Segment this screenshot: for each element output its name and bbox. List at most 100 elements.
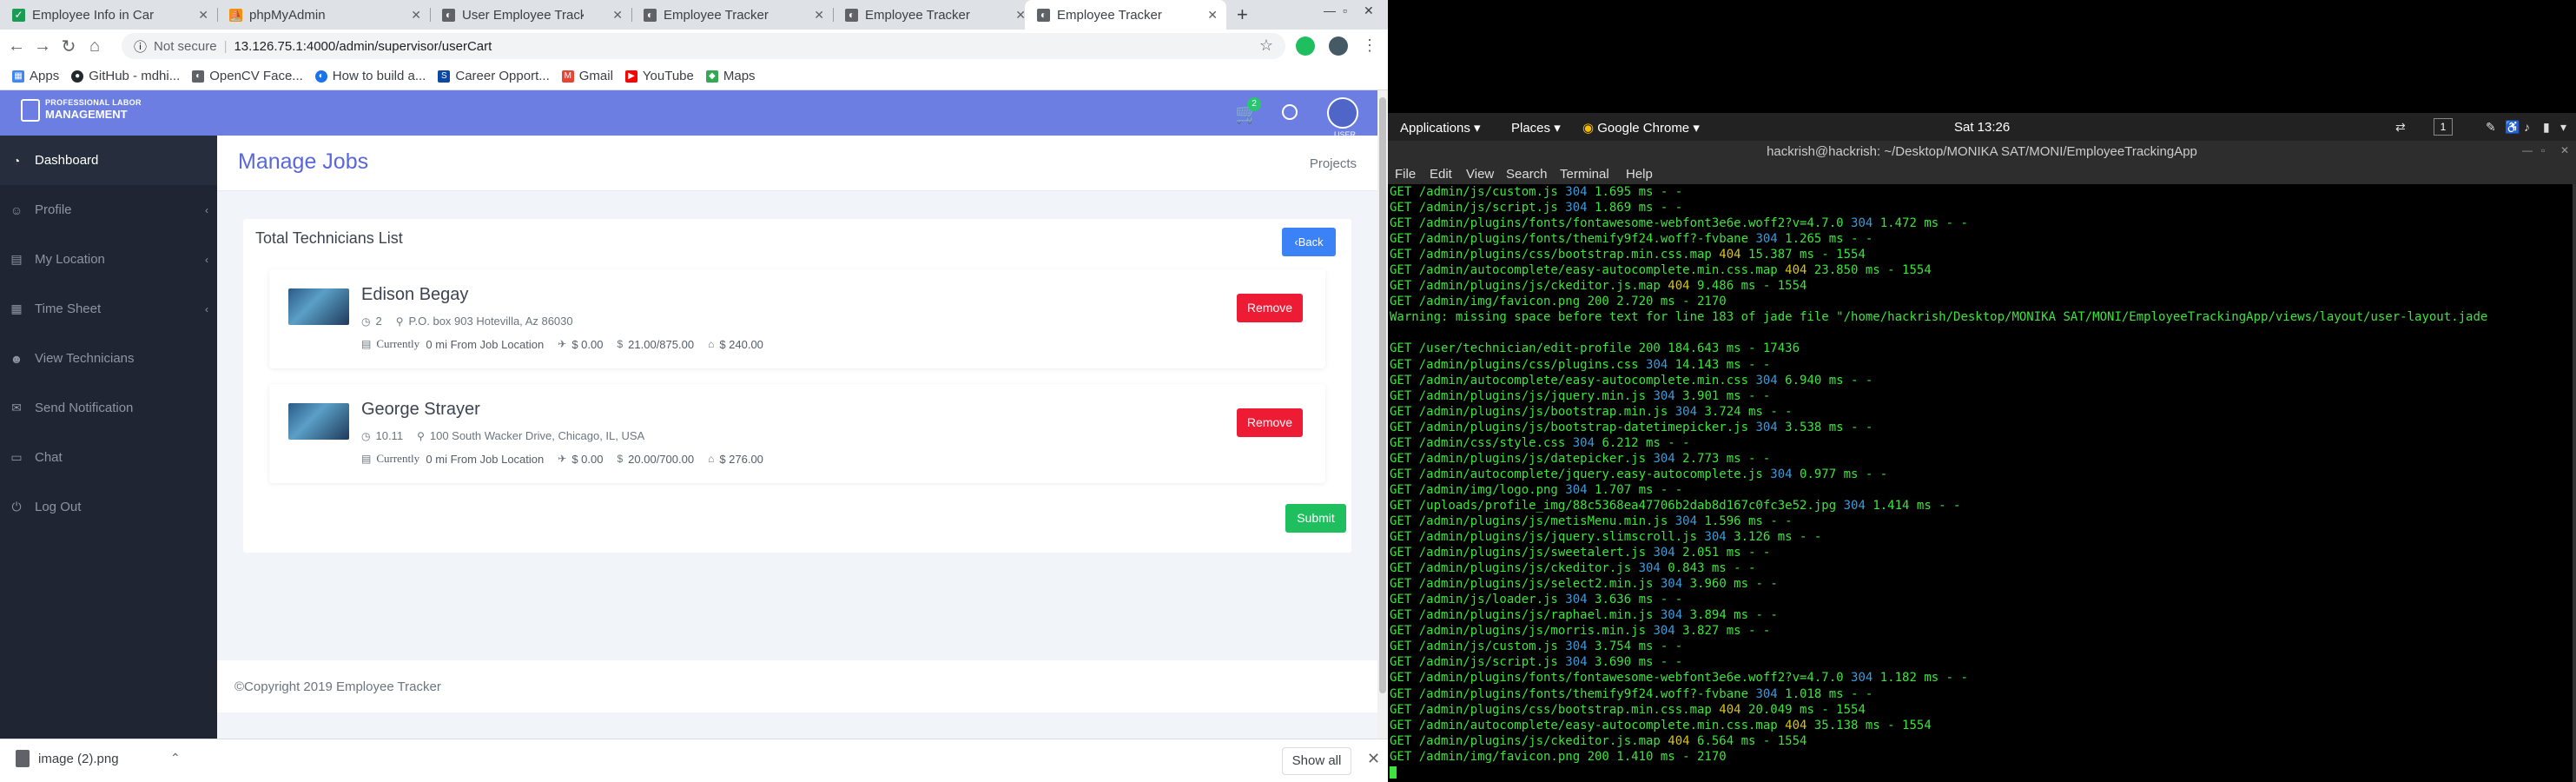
- bookmark-youtube[interactable]: ▶ YouTube: [624, 69, 694, 83]
- extension-icon[interactable]: [1296, 36, 1315, 56]
- sidebar-item-dashboard[interactable]: ◔ Dashboard: [0, 136, 217, 185]
- info-icon[interactable]: ⓘ: [134, 37, 147, 56]
- close-icon[interactable]: ✕: [2560, 144, 2569, 156]
- menu-terminal[interactable]: Terminal: [1560, 167, 1609, 182]
- scrollbar-thumb[interactable]: [1379, 97, 1386, 693]
- log-segment: 304: [1755, 373, 1778, 388]
- log-segment: GET /admin/plugins/css/plugins.css: [1390, 357, 1647, 372]
- log-segment: 304: [1755, 232, 1778, 247]
- menu-kebab-icon[interactable]: ⋮: [1362, 36, 1377, 55]
- log-segment: GET /uploads/profile_img/88c5368ea47706b…: [1390, 498, 1844, 513]
- bookmark-how-to-build[interactable]: ◐ How to build a...: [314, 69, 426, 83]
- remove-button[interactable]: Remove: [1237, 408, 1303, 437]
- new-tab-button[interactable]: +: [1237, 3, 1248, 26]
- log-segment: 304: [1653, 451, 1675, 466]
- back-arrow-icon[interactable]: ←: [7, 36, 26, 56]
- log-segment: 6.940 ms - -: [1777, 373, 1873, 388]
- log-segment: 304: [1638, 561, 1661, 576]
- applications-menu[interactable]: Applications ▾: [1400, 120, 1481, 136]
- log-segment: GET /admin/plugins/js/morris.min.js: [1390, 624, 1654, 639]
- menu-view[interactable]: View: [1466, 167, 1494, 182]
- bookmark-opencv[interactable]: ◐ OpenCV Face...: [192, 69, 303, 83]
- minimize-icon[interactable]: —: [2522, 144, 2533, 156]
- bookmark-career[interactable]: S Career Opport...: [438, 69, 550, 83]
- download-item[interactable]: image (2).png: [16, 750, 119, 767]
- power-menu-icon[interactable]: ▾: [2560, 120, 2566, 135]
- technician-name: Edison Begay: [361, 285, 469, 304]
- menu-search[interactable]: Search: [1506, 167, 1548, 182]
- close-tab-icon[interactable]: ✕: [198, 8, 208, 23]
- bookmark-apps[interactable]: ▦ Apps: [12, 69, 59, 83]
- breadcrumb[interactable]: Projects: [1310, 156, 1357, 171]
- bookmark-github[interactable]: ● GitHub - mdhi...: [71, 69, 180, 83]
- sidebar-item-my-location[interactable]: ▤ My Location ‹: [0, 235, 217, 284]
- terminal-prompt[interactable]: [1390, 765, 2573, 780]
- log-segment: 3.894 ms - -: [1682, 608, 1778, 623]
- sidebar-item-profile[interactable]: ☺ Profile ‹: [0, 185, 217, 235]
- maximize-icon[interactable]: ▫: [2541, 144, 2545, 156]
- submit-button[interactable]: Submit: [1285, 504, 1346, 533]
- brand-logo[interactable]: PROFESSIONAL LABOR MANAGEMENT: [21, 96, 195, 130]
- chevron-up-icon[interactable]: ⌃: [170, 751, 181, 765]
- user-avatar[interactable]: [1327, 97, 1358, 129]
- remove-button[interactable]: Remove: [1237, 294, 1303, 322]
- minimize-icon[interactable]: —: [1324, 3, 1336, 17]
- battery-icon[interactable]: ▮: [2543, 120, 2550, 135]
- show-all-button[interactable]: Show all: [1282, 747, 1351, 775]
- sidebar-item-view-technicians[interactable]: ☻ View Technicians: [0, 334, 217, 383]
- globe-icon: ◐: [1037, 8, 1050, 22]
- bookmark-star-icon[interactable]: ☆: [1259, 36, 1273, 55]
- chrome-app-menu[interactable]: ◉ Google Chrome ▾: [1582, 120, 1700, 136]
- places-menu[interactable]: Places ▾: [1511, 120, 1561, 136]
- close-tab-icon[interactable]: ✕: [814, 8, 824, 23]
- bookmark-maps[interactable]: ◆ Maps: [705, 69, 756, 83]
- log-segment: 3.827 ms - -: [1674, 624, 1771, 639]
- close-tab-icon[interactable]: ✕: [612, 8, 623, 23]
- tab-1[interactable]: ✓Employee Info in Cart Ge✕: [0, 0, 217, 30]
- sidebar-item-log-out[interactable]: ⏻ Log Out: [0, 482, 217, 532]
- sidebar-item-chat[interactable]: ▭ Chat: [0, 433, 217, 482]
- tab-4[interactable]: ◐ Employee Tracker ✕: [631, 0, 833, 30]
- close-icon[interactable]: ✕: [1367, 750, 1380, 768]
- sidebar-item-time-sheet[interactable]: ▦ Time Sheet ‹: [0, 284, 217, 334]
- maximize-icon[interactable]: ▫: [1343, 3, 1347, 17]
- close-tab-icon[interactable]: ✕: [1207, 8, 1218, 23]
- profile-avatar-icon[interactable]: [1329, 36, 1348, 56]
- log-segment: 304: [1755, 420, 1778, 434]
- technician-meta: ◷ 2 ⚲ P.O. box 903 Hotevilla, Az 86030: [361, 315, 573, 328]
- page-scrollbar[interactable]: [1377, 90, 1388, 739]
- gnome-top-bar: Applications ▾ Places ▾ ◉ Google Chrome …: [1388, 113, 2576, 141]
- terminal-scrollbar[interactable]: [2573, 184, 2576, 782]
- url-text[interactable]: 13.126.75.1:4000/admin/supervisor/userCa…: [234, 39, 492, 54]
- forward-arrow-icon[interactable]: →: [33, 36, 52, 56]
- tab-2[interactable]: ⛵ phpMyAdmin ✕: [217, 0, 430, 30]
- clock-label[interactable]: Sat 13:26: [1954, 120, 2010, 135]
- tab-6-active[interactable]: ◐ Employee Tracker ✕: [1025, 0, 1226, 30]
- menu-file[interactable]: File: [1395, 167, 1416, 182]
- back-button[interactable]: ‹Back: [1282, 228, 1336, 256]
- close-tab-icon[interactable]: ✕: [411, 8, 421, 23]
- log-segment: GET /admin/autocomplete/easy-autocomplet…: [1390, 373, 1756, 388]
- accessibility-icon[interactable]: ♿: [2505, 120, 2520, 135]
- address-bar[interactable]: ⓘ Not secure | 13.126.75.1:4000/admin/su…: [122, 33, 1285, 59]
- sidebar-item-send-notification[interactable]: ✉ Send Notification: [0, 383, 217, 433]
- menu-help[interactable]: Help: [1626, 167, 1653, 182]
- pen-icon[interactable]: ✎: [2486, 120, 2496, 135]
- workspace-indicator[interactable]: 1: [2434, 118, 2453, 136]
- network-icon[interactable]: ⇄: [2395, 120, 2406, 135]
- terminal-output[interactable]: GET /admin/js/custom.js 304 1.695 ms - -…: [1388, 184, 2573, 782]
- bookmark-gmail[interactable]: M Gmail: [561, 69, 613, 83]
- menu-edit[interactable]: Edit: [1430, 167, 1452, 182]
- terminal-line: GET /admin/plugins/js/datepicker.js 304 …: [1390, 451, 2573, 467]
- close-window-icon[interactable]: ✕: [1364, 3, 1374, 18]
- clock-icon[interactable]: [1282, 104, 1298, 120]
- volume-icon[interactable]: ♪: [2524, 120, 2530, 134]
- log-segment: 6.564 ms - 1554: [1689, 733, 1807, 748]
- tab-3[interactable]: ◐User Employee Tracker✕: [430, 0, 631, 30]
- technician-name: George Strayer: [361, 400, 480, 419]
- calendar-icon: ▦: [10, 302, 23, 315]
- home-icon[interactable]: ⌂: [85, 36, 104, 56]
- tab-5[interactable]: ◐ Employee Tracker ✕: [833, 0, 1034, 30]
- reload-icon[interactable]: ↻: [59, 36, 78, 57]
